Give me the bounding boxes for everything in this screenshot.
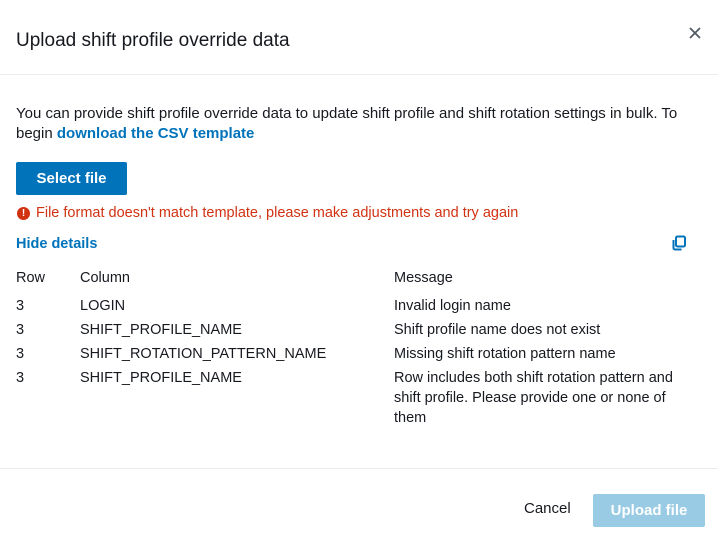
hide-details-link[interactable]: Hide details — [16, 236, 97, 252]
table-header-row: Row Column Message — [16, 268, 706, 296]
errors-table-header: Row Column Message — [16, 268, 706, 296]
table-row: 3 LOGIN Invalid login name — [16, 296, 706, 320]
dialog-description: You can provide shift profile override d… — [16, 104, 706, 144]
cell-row: 3 — [16, 346, 25, 362]
cell-column: SHIFT_PROFILE_NAME — [80, 370, 242, 386]
close-button[interactable] — [682, 20, 708, 46]
dialog-header: Upload shift profile override data — [0, 0, 718, 75]
cancel-button[interactable]: Cancel — [524, 500, 571, 517]
header-message: Message — [394, 270, 453, 286]
select-file-button[interactable]: Select file — [16, 162, 127, 195]
cell-row: 3 — [16, 322, 25, 338]
cell-row: 3 — [16, 298, 25, 314]
table-row: 3 SHIFT_PROFILE_NAME Shift profile name … — [16, 320, 706, 344]
cell-message: Row includes both shift rotation pattern… — [394, 370, 673, 426]
cell-row: 3 — [16, 370, 25, 386]
download-template-link[interactable]: download the CSV template — [57, 125, 255, 142]
cell-column: LOGIN — [80, 298, 126, 314]
close-icon — [689, 27, 701, 39]
error-message: File format doesn't match template, plea… — [36, 205, 519, 221]
cell-message: Invalid login name — [394, 298, 511, 314]
cell-column: SHIFT_ROTATION_PATTERN_NAME — [80, 346, 327, 362]
upload-dialog: Upload shift profile override data You c… — [0, 0, 718, 536]
table-row: 3 SHIFT_ROTATION_PATTERN_NAME Missing sh… — [16, 344, 706, 368]
dialog-title: Upload shift profile override data — [16, 30, 290, 51]
header-row: Row — [16, 270, 46, 286]
cell-message: Missing shift rotation pattern name — [394, 346, 616, 362]
error-alert: ! File format doesn't match template, pl… — [16, 205, 518, 221]
exclamation-circle-icon: ! — [17, 206, 30, 220]
cell-column: SHIFT_PROFILE_NAME — [80, 322, 242, 338]
cell-message: Shift profile name does not exist — [394, 322, 601, 338]
copy-icon[interactable] — [671, 235, 687, 251]
upload-file-button[interactable]: Upload file — [593, 494, 705, 527]
errors-table-body[interactable]: 3 LOGIN Invalid login name 3 SHIFT_PROFI… — [16, 296, 706, 446]
header-column: Column — [80, 270, 130, 286]
table-row: 3 SHIFT_PROFILE_NAME Row includes both s… — [16, 368, 706, 438]
